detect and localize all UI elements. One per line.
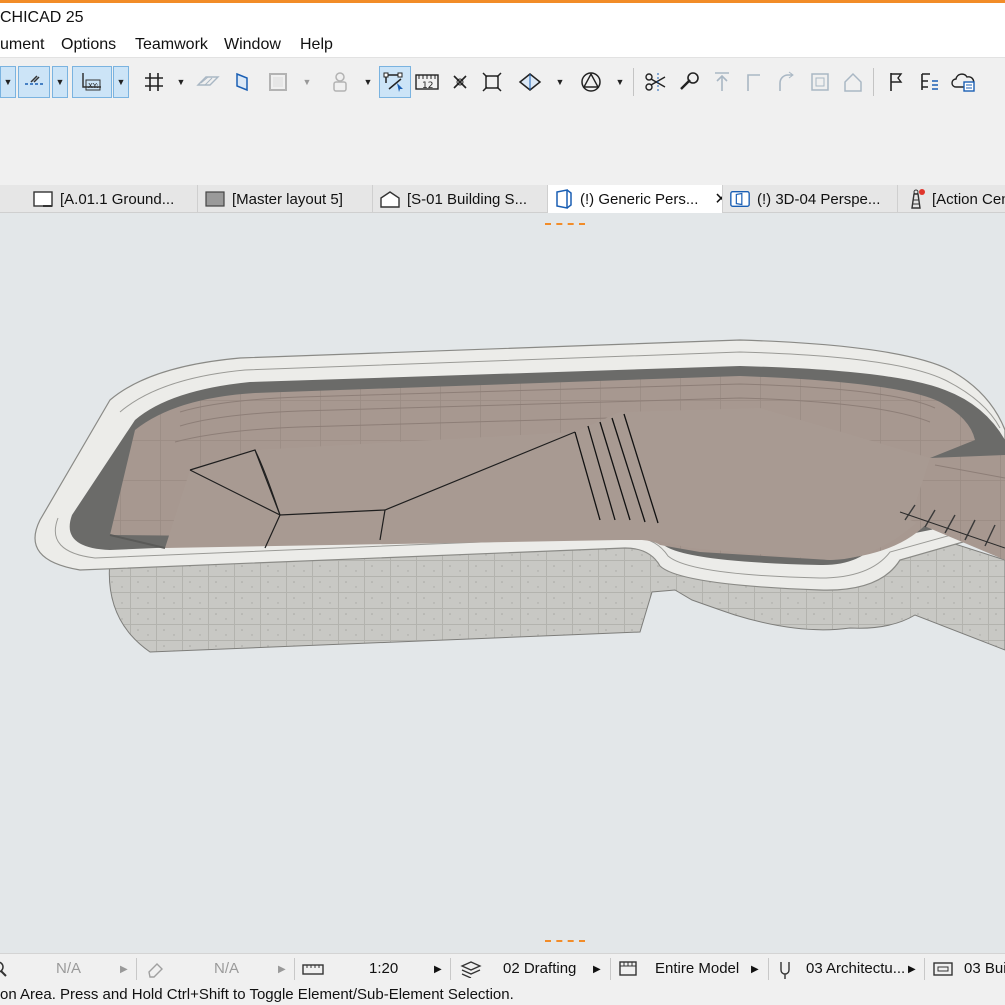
grid-snap-icon[interactable] (138, 66, 170, 98)
cloud-icon[interactable] (947, 66, 979, 98)
floor-plan-icon (32, 189, 54, 209)
dimension-icon[interactable]: 12 (411, 66, 443, 98)
geometry-icon[interactable] (575, 66, 607, 98)
layer-arrow[interactable]: ▶ (593, 964, 601, 975)
3d-view-dropdown[interactable]: ▼ (552, 66, 568, 98)
flag-icon[interactable] (880, 66, 912, 98)
person-icon[interactable] (324, 66, 356, 98)
hint-bar: on Area. Press and Hold Ctrl+Shift to To… (0, 983, 1005, 1005)
app-title: CHICAD 25 (0, 9, 84, 26)
svg-text:12: 12 (422, 81, 433, 91)
tab-generic-perspective[interactable]: (!) Generic Pers... ✕ (548, 185, 723, 213)
tab-label: (!) 3D-04 Perspe... (757, 190, 881, 208)
fit-window-icon[interactable] (476, 66, 508, 98)
na-arrow-1[interactable]: ▶ (120, 964, 128, 975)
scale-icon[interactable] (302, 960, 326, 982)
pen-set[interactable]: 03 Architectu... (806, 960, 905, 977)
renovation-filter[interactable]: 03 Bui (964, 960, 1005, 977)
toolbar-separator-2 (873, 68, 874, 96)
3d-document-icon (729, 189, 751, 209)
title-bar: CHICAD 25 (0, 3, 1005, 33)
split-icon[interactable] (640, 66, 672, 98)
model-view-icon[interactable] (618, 960, 640, 982)
model-view-option[interactable]: Entire Model (655, 960, 739, 977)
adjust-icon[interactable] (673, 66, 705, 98)
scale-value[interactable]: 1:20 (369, 960, 398, 977)
perspective-icon (554, 189, 574, 209)
offset-icon[interactable] (804, 66, 836, 98)
geometry-dropdown[interactable]: ▼ (612, 66, 628, 98)
menu-window[interactable]: Window (224, 36, 281, 54)
status-separator (136, 958, 137, 980)
guide-lines-icon[interactable] (18, 66, 50, 98)
renovation-icon[interactable] (932, 960, 954, 982)
tab-master-layout[interactable]: [Master layout 5] (198, 185, 373, 213)
rotate-icon[interactable] (770, 66, 802, 98)
hint-text: on Area. Press and Hold Ctrl+Shift to To… (0, 986, 514, 1003)
menu-teamwork[interactable]: Teamwork (135, 36, 208, 54)
pen-set-icon[interactable] (778, 960, 792, 984)
toolbar-panel-area (0, 105, 1005, 185)
list-icon[interactable] (913, 66, 945, 98)
grid-dropdown[interactable]: ▼ (173, 66, 189, 98)
action-center-icon (904, 189, 926, 209)
outline-icon[interactable] (262, 66, 294, 98)
selection-mode-icon[interactable] (379, 66, 411, 98)
menu-help[interactable]: Help (300, 36, 333, 54)
menu-document[interactable]: ument (0, 36, 44, 54)
elevate-icon[interactable] (706, 66, 738, 98)
tab-label: (!) Generic Pers... (580, 190, 699, 208)
standard-toolbar: ▼ ▼ XY: ▼ ▼ ▼ ▼ 12 ▼ ▼ (0, 57, 1005, 105)
pen-set-arrow[interactable]: ▶ (908, 964, 916, 975)
toolbar-separator (633, 68, 634, 96)
tab-label: [S-01 Building S... (407, 190, 528, 208)
menu-options[interactable]: Options (61, 36, 116, 54)
edit-plane-icon[interactable] (226, 66, 258, 98)
tab-action-center[interactable]: [Action Cen (898, 185, 1005, 213)
status-separator (768, 958, 769, 980)
section-icon (379, 189, 401, 209)
scale-arrow[interactable]: ▶ (434, 964, 442, 975)
tab-label: [Master layout 5] (232, 190, 343, 208)
status-separator (450, 958, 451, 980)
status-separator (924, 958, 925, 980)
tab-label: [Action Cen (932, 190, 1005, 208)
tab-ground-floor[interactable]: [A.01.1 Ground... (26, 185, 198, 213)
surface-plane-icon[interactable] (192, 66, 224, 98)
close-tab-icon[interactable]: ✕ (714, 189, 722, 209)
person-dropdown[interactable]: ▼ (360, 66, 376, 98)
layers-icon[interactable] (460, 960, 482, 982)
na-value-2: N/A (214, 960, 240, 977)
snap-dropdown[interactable]: ▼ (0, 66, 16, 98)
corner-icon[interactable] (738, 66, 770, 98)
zoom-icon[interactable] (0, 960, 10, 982)
model-view-arrow[interactable]: ▶ (751, 964, 759, 975)
view-tab-bar: [A.01.1 Ground... [Master layout 5] [S-0… (0, 185, 1005, 213)
outline-dropdown[interactable]: ▼ (299, 66, 315, 98)
viewport-bottom-marker (545, 940, 585, 943)
tab-3d-perspective[interactable]: (!) 3D-04 Perspe... (723, 185, 898, 213)
na-value-1: N/A (56, 960, 82, 977)
tab-label: [A.01.1 Ground... (60, 190, 175, 208)
menu-bar: ument Options Teamwork Window Help (0, 33, 1005, 57)
intersection-icon[interactable] (444, 66, 476, 98)
roof-icon[interactable] (837, 66, 869, 98)
status-separator (294, 958, 295, 980)
status-separator (610, 958, 611, 980)
tab-building-section[interactable]: [S-01 Building S... (373, 185, 548, 213)
pool-model-render (34, 339, 1005, 653)
coordinates-dropdown[interactable]: ▼ (113, 66, 129, 98)
3d-view-icon[interactable] (514, 66, 546, 98)
status-bar: N/A ▶ N/A ▶ 1:20 ▶ 02 Drafting ▶ Entire … (0, 953, 1005, 983)
master-layout-icon (204, 189, 226, 209)
na-arrow-2[interactable]: ▶ (278, 964, 286, 975)
3d-viewport[interactable] (0, 213, 1005, 953)
xy-coordinates-icon[interactable]: XY: (72, 66, 112, 98)
svg-text:XY:: XY: (88, 82, 99, 90)
eraser-icon[interactable] (146, 960, 166, 982)
layer-combination[interactable]: 02 Drafting (503, 960, 576, 977)
guides-dropdown[interactable]: ▼ (52, 66, 68, 98)
